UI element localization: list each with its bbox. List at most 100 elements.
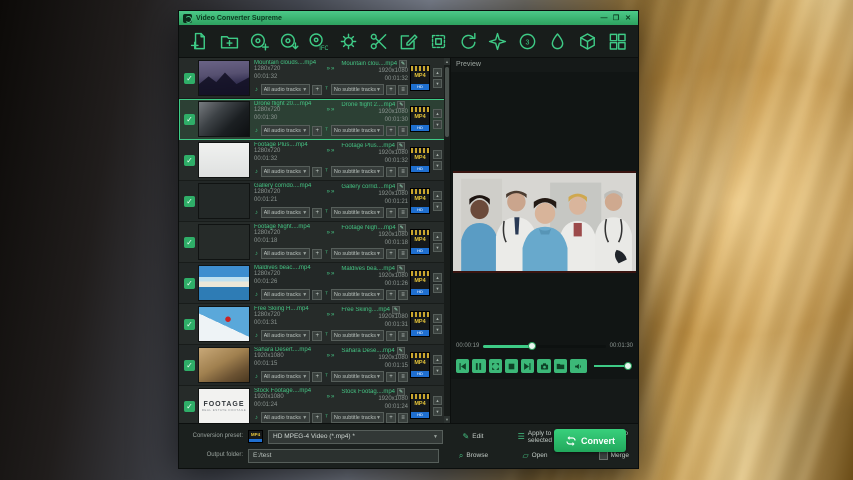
add-audio-button[interactable]: + [312, 413, 322, 423]
output-format-badge[interactable]: MP4 HD [410, 270, 430, 296]
edit-icon[interactable] [398, 31, 419, 52]
file-row[interactable]: ✓ Mountain clouds....mp4 1280x720 00:01:… [179, 58, 450, 99]
row-checkbox[interactable]: ✓ [184, 73, 195, 84]
subtitle-search-button[interactable]: ≡ [398, 413, 408, 423]
crop-icon[interactable] [428, 31, 449, 52]
scroll-up-icon[interactable]: ▲ [444, 58, 450, 65]
add-subtitle-button[interactable]: + [386, 167, 396, 177]
output-format-badge[interactable]: MP4 HD [410, 393, 430, 419]
move-up-button[interactable]: ▲ [433, 191, 442, 200]
volume-button[interactable] [570, 359, 587, 373]
audio-track-dropdown[interactable]: All audio tracks ▼ [261, 125, 311, 136]
output-format-badge[interactable]: MP4 HD [410, 65, 430, 91]
rotate-icon[interactable] [458, 31, 479, 52]
subtitle-search-button[interactable]: ≡ [398, 290, 408, 300]
subtitle-search-button[interactable]: ≡ [398, 331, 408, 341]
rename-button[interactable]: ✎ [392, 306, 400, 314]
file-row[interactable]: ✓ Footage Night....mp4 1280x720 00:01:18… [179, 222, 450, 263]
audio-track-dropdown[interactable]: All audio tracks ▼ [261, 371, 311, 382]
video-thumbnail[interactable] [198, 60, 250, 96]
move-up-button[interactable]: ▲ [433, 150, 442, 159]
add-subtitle-button[interactable]: + [386, 126, 396, 136]
add-audio-button[interactable]: + [312, 208, 322, 218]
titlebar[interactable]: Video Converter Supreme — ❐ ✕ [179, 11, 638, 25]
rename-button[interactable]: ✎ [397, 183, 405, 191]
subtitle-search-button[interactable]: ≡ [398, 208, 408, 218]
row-checkbox[interactable]: ✓ [184, 319, 195, 330]
open-folder-button[interactable]: ▱ Open [519, 451, 550, 460]
stop-button[interactable] [505, 359, 518, 373]
settings-icon[interactable] [338, 31, 359, 52]
scroll-down-icon[interactable]: ▼ [444, 416, 450, 423]
volume-handle[interactable] [624, 362, 632, 370]
video-thumbnail[interactable] [198, 224, 250, 260]
audio-track-dropdown[interactable]: All audio tracks ▼ [261, 166, 311, 177]
open-folder-button[interactable] [554, 359, 567, 373]
scroll-thumb[interactable] [445, 67, 449, 137]
video-thumbnail[interactable]: FOOTAGE REAL ESTATE FOOTAGE [198, 388, 250, 424]
rename-button[interactable]: ✎ [397, 265, 405, 273]
add-subtitle-button[interactable]: + [386, 290, 396, 300]
subtitle-search-button[interactable]: ≡ [398, 372, 408, 382]
subtitle-dropdown[interactable]: No subtitle tracks ▼ [331, 166, 384, 177]
load-ifo-icon[interactable]: IFO [308, 31, 329, 52]
move-down-button[interactable]: ▼ [433, 407, 442, 416]
add-audio-button[interactable]: + [312, 331, 322, 341]
subtitle-dropdown[interactable]: No subtitle tracks ▼ [331, 125, 384, 136]
subtitle-search-button[interactable]: ≡ [398, 85, 408, 95]
rename-button[interactable]: ✎ [399, 60, 407, 68]
move-up-button[interactable]: ▲ [433, 396, 442, 405]
move-up-button[interactable]: ▲ [433, 355, 442, 364]
rename-button[interactable]: ✎ [397, 388, 405, 396]
fullscreen-button[interactable] [489, 359, 502, 373]
close-button[interactable]: ✕ [622, 14, 634, 22]
row-checkbox[interactable]: ✓ [184, 155, 195, 166]
output-format-badge[interactable]: MP4 HD [410, 188, 430, 214]
output-format-badge[interactable]: MP4 HD [410, 106, 430, 132]
row-checkbox[interactable]: ✓ [184, 196, 195, 207]
file-row[interactable]: ✓ FOOTAGE REAL ESTATE FOOTAGE Stock Foot… [179, 386, 450, 427]
previous-button[interactable] [456, 359, 469, 373]
output-format-badge[interactable]: MP4 HD [410, 147, 430, 173]
convert-button[interactable]: Convert [554, 429, 626, 452]
cube-icon[interactable] [577, 31, 598, 52]
subtitle-search-button[interactable]: ≡ [398, 167, 408, 177]
volume-slider[interactable] [594, 365, 633, 367]
output-format-badge[interactable]: MP4 HD [410, 352, 430, 378]
move-down-button[interactable]: ▼ [433, 243, 442, 252]
edit-preset-button[interactable]: ✎ Edit [460, 432, 487, 441]
move-down-button[interactable]: ▼ [433, 325, 442, 334]
add-subtitle-button[interactable]: + [386, 249, 396, 259]
row-checkbox[interactable]: ✓ [184, 237, 195, 248]
seek-bar[interactable] [483, 345, 605, 348]
subtitle-dropdown[interactable]: No subtitle tracks ▼ [331, 412, 384, 423]
row-checkbox[interactable]: ✓ [184, 278, 195, 289]
rename-button[interactable]: ✎ [398, 224, 406, 232]
subtitle-search-button[interactable]: ≡ [398, 126, 408, 136]
subtitle-dropdown[interactable]: No subtitle tracks ▼ [331, 289, 384, 300]
move-down-button[interactable]: ▼ [433, 161, 442, 170]
add-subtitle-button[interactable]: + [386, 208, 396, 218]
preset-dropdown[interactable]: HD MPEG-4 Video (*.mp4) * ▼ [268, 430, 443, 444]
subtitle-search-button[interactable]: ≡ [398, 249, 408, 259]
pause-button[interactable] [472, 359, 485, 373]
trim-icon[interactable] [368, 31, 389, 52]
row-checkbox[interactable]: ✓ [184, 360, 195, 371]
add-audio-button[interactable]: + [312, 167, 322, 177]
subtitle-dropdown[interactable]: No subtitle tracks ▼ [331, 84, 384, 95]
move-down-button[interactable]: ▼ [433, 202, 442, 211]
maximize-button[interactable]: ❐ [610, 14, 622, 22]
row-checkbox[interactable]: ✓ [184, 114, 195, 125]
move-down-button[interactable]: ▼ [433, 79, 442, 88]
snapshot-button[interactable] [537, 359, 550, 373]
subtitle-dropdown[interactable]: No subtitle tracks ▼ [331, 248, 384, 259]
add-audio-button[interactable]: + [312, 290, 322, 300]
add-dvd-icon[interactable] [249, 31, 270, 52]
add-audio-button[interactable]: + [312, 249, 322, 259]
list-scrollbar[interactable]: ▲ ▼ [444, 58, 450, 423]
rip-dvd-icon[interactable] [279, 31, 300, 52]
merge-checkbox-row[interactable]: Merge [596, 451, 632, 460]
file-row[interactable]: ✓ Free Skiing H....mp4 1280x720 00:01:31… [179, 304, 450, 345]
subtitle-dropdown[interactable]: No subtitle tracks ▼ [331, 371, 384, 382]
merge-checkbox[interactable] [599, 451, 608, 460]
